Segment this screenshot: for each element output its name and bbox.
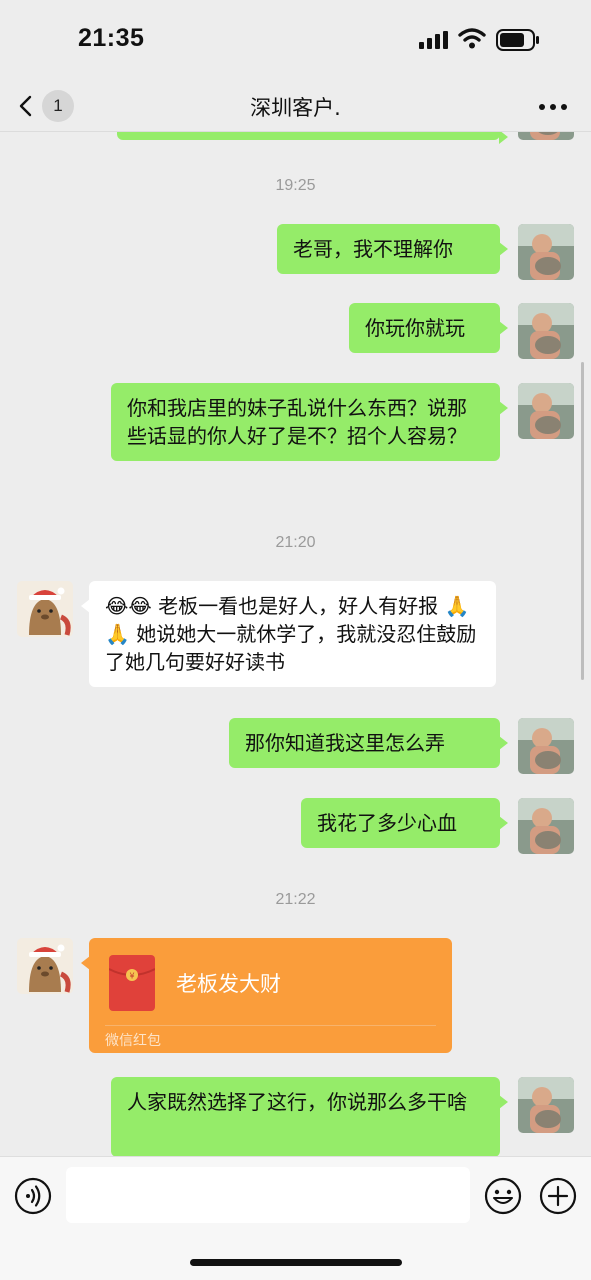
my-avatar[interactable]: [518, 132, 574, 140]
timestamp: 21:20: [275, 534, 316, 551]
red-packet-message[interactable]: ¥ 老板发大财 微信红包: [81, 938, 452, 1053]
status-bar: 21:35: [0, 0, 591, 80]
red-packet-title: 老板发大财: [176, 972, 281, 996]
contact-avatar[interactable]: [17, 581, 73, 637]
more-icon[interactable]: [538, 103, 568, 111]
status-time: 21:35: [78, 24, 145, 52]
divider: [105, 1025, 436, 1026]
message-bubble[interactable]: 人家既然选择了这行，你说那么多干啥: [111, 1077, 508, 1156]
timestamp: 21:22: [275, 891, 316, 908]
my-avatar[interactable]: [518, 383, 574, 439]
chat-title: 深圳客户.: [250, 96, 341, 120]
red-packet-icon: ¥: [109, 955, 155, 1011]
message-bubble[interactable]: 那你知道我这里怎么弄: [229, 718, 508, 768]
message-bubble[interactable]: 😂😂 老板一看也是好人，好人有好报 🙏🙏 她说她大一就休学了，我就没忍住鼓励了她…: [81, 581, 496, 687]
voice-icon[interactable]: [14, 1177, 52, 1215]
scrollbar[interactable]: [581, 362, 584, 680]
message-input[interactable]: [66, 1167, 470, 1223]
chat-area[interactable]: 19:25 老哥，我不理解你 你玩你就玩 你和我店里的妹子乱说什么东西？说那些话…: [0, 132, 591, 1156]
plus-icon[interactable]: [539, 1177, 577, 1215]
red-packet-label: 微信红包: [105, 1033, 161, 1049]
message-bubble[interactable]: 老哥，我不理解你: [277, 224, 508, 274]
timestamp: 19:25: [275, 177, 316, 194]
cellular-signal-icon: [419, 31, 448, 49]
red-packet-symbol: ¥: [129, 972, 134, 981]
message-bubble[interactable]: 你玩你就玩: [349, 303, 508, 353]
my-avatar[interactable]: [518, 718, 574, 774]
wifi-icon: [458, 28, 486, 49]
message-bubble[interactable]: 我花了多少心血: [301, 798, 508, 848]
message-bubble-partial[interactable]: [117, 132, 508, 144]
nav-bar: 1 深圳客户.: [0, 80, 591, 132]
my-avatar[interactable]: [518, 1077, 574, 1133]
emoji-icon[interactable]: [484, 1177, 522, 1215]
my-avatar[interactable]: [518, 798, 574, 854]
home-indicator: [190, 1259, 402, 1266]
my-avatar[interactable]: [518, 303, 574, 359]
contact-avatar[interactable]: [17, 938, 73, 994]
message-bubble[interactable]: 你和我店里的妹子乱说什么东西？说那些话显的你人好了是不？招个人容易？: [111, 383, 508, 461]
my-avatar[interactable]: [518, 224, 574, 280]
battery-icon: [496, 29, 539, 51]
